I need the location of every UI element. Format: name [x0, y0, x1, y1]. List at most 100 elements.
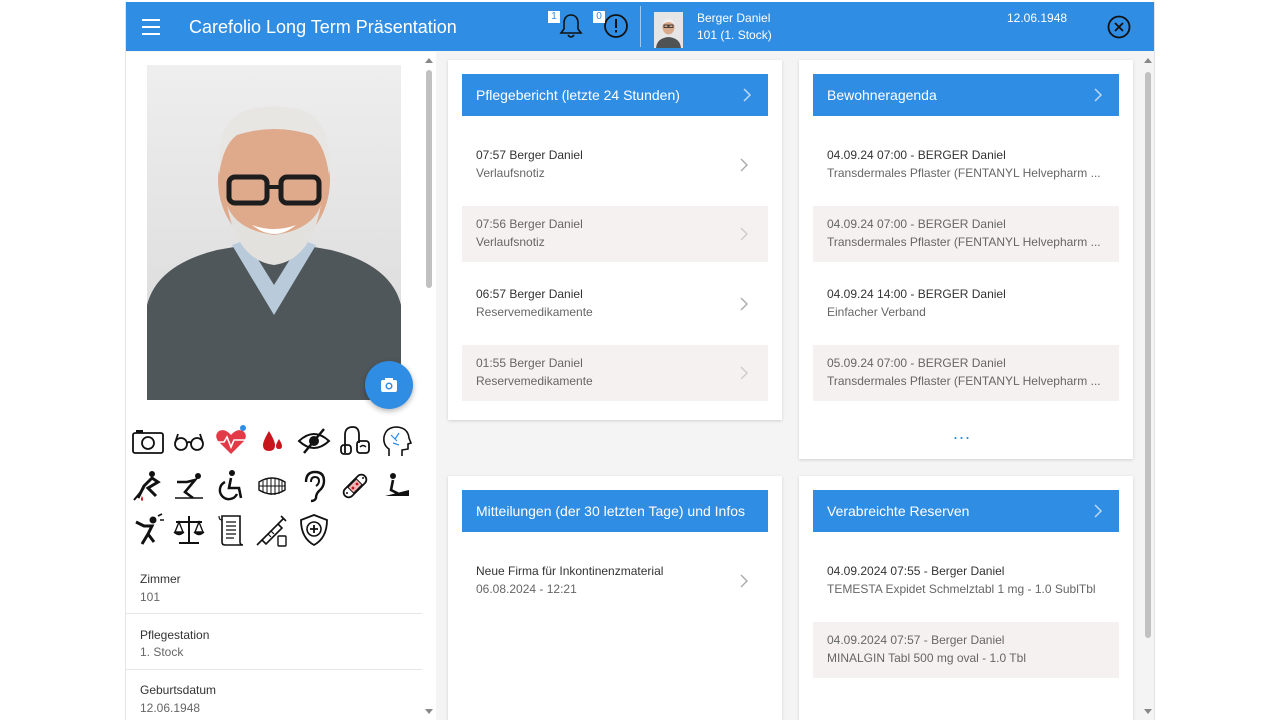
scale-icon[interactable]	[171, 512, 207, 548]
document-scroll-icon[interactable]	[213, 512, 249, 548]
heart-monitor-icon[interactable]	[213, 423, 249, 459]
card-title: Pflegebericht (letzte 24 Stunden)	[476, 87, 680, 103]
chevron-right-icon	[740, 158, 748, 172]
scroll-down-arrow[interactable]	[1144, 709, 1152, 714]
item-title: 04.09.2024 07:55 - Berger Daniel	[827, 564, 1005, 578]
chevron-right-icon	[1094, 504, 1103, 518]
list-item[interactable]: 07:57 Berger Daniel Verlaufsnotiz	[462, 137, 768, 193]
top-app-bar: Carefolio Long Term Präsentation 1 0 Ber…	[126, 2, 1154, 51]
item-subtitle: Transdermales Pflaster (FENTANYL Helveph…	[827, 235, 1101, 249]
patient-room: 101 (1. Stock)	[697, 28, 772, 42]
chevron-right-icon	[1094, 88, 1103, 102]
chevron-right-icon	[740, 297, 748, 311]
scrollbar-thumb[interactable]	[426, 70, 432, 288]
reserven-header-button[interactable]: Verabreichte Reserven	[813, 490, 1119, 532]
info-label: Zimmer	[140, 572, 181, 586]
eye-crossed-icon[interactable]	[296, 423, 332, 459]
list-item[interactable]: 04.09.24 07:00 - BERGER Daniel Transderm…	[813, 137, 1119, 193]
item-subtitle: Reservemedikamente	[476, 374, 593, 388]
info-label: Pflegestation	[140, 628, 210, 642]
menu-icon[interactable]	[140, 16, 162, 36]
ear-icon[interactable]	[296, 468, 332, 504]
app-window: Carefolio Long Term Präsentation 1 0 Ber…	[125, 2, 1155, 720]
patient-profile-panel: Zimmer 101 Pflegestation 1. Stock Geburt…	[126, 52, 436, 720]
item-subtitle: MINALGIN Tabl 500 mg oval - 1.0 Tbl	[827, 651, 1026, 665]
blood-drop-icon[interactable]	[254, 423, 290, 459]
pflegebericht-header-button[interactable]: Pflegebericht (letzte 24 Stunden)	[462, 74, 768, 116]
item-subtitle: Transdermales Pflaster (FENTANYL Helveph…	[827, 374, 1101, 388]
item-subtitle: Transdermales Pflaster (FENTANYL Helveph…	[827, 166, 1101, 180]
patient-thumbnail-avatar[interactable]	[654, 12, 683, 48]
item-title: 04.09.2024 07:57 - Berger Daniel	[827, 633, 1005, 647]
scrollbar-thumb[interactable]	[1145, 72, 1151, 638]
item-title: 07:56 Berger Daniel	[476, 217, 583, 231]
item-subtitle: Verlaufsnotiz	[476, 235, 545, 249]
card-title: Bewohneragenda	[827, 87, 937, 103]
alert-info-icon[interactable]: 0	[593, 11, 631, 41]
bandage-icon[interactable]	[337, 468, 373, 504]
card-verabreichte-reserven: Verabreichte Reserven 04.09.2024 07:55 -…	[799, 476, 1133, 720]
scroll-up-arrow[interactable]	[425, 58, 433, 63]
notifications-bell-icon[interactable]: 1	[548, 11, 586, 41]
patient-name: Berger Daniel	[697, 11, 771, 25]
item-title: 05.09.24 07:00 - BERGER Daniel	[827, 356, 1006, 370]
dentures-icon[interactable]	[254, 468, 290, 504]
item-subtitle: Einfacher Verband	[827, 305, 926, 319]
list-item[interactable]: 06:57 Berger Daniel Reservemedikamente	[462, 276, 768, 332]
app-title: Carefolio Long Term Präsentation	[189, 17, 457, 37]
chevron-right-icon	[740, 574, 748, 588]
list-item[interactable]: 05.09.24 07:00 - BERGER Daniel Transderm…	[813, 345, 1119, 401]
chevron-right-icon	[740, 366, 748, 380]
item-title: 04.09.24 14:00 - BERGER Daniel	[827, 287, 1006, 301]
list-item[interactable]: 04.09.24 07:00 - BERGER Daniel Transderm…	[813, 206, 1119, 262]
chevron-right-icon	[743, 88, 752, 102]
head-profile-icon[interactable]	[379, 423, 415, 459]
item-subtitle: TEMESTA Expidet Schmelztabl 1 mg - 1.0 S…	[827, 582, 1096, 596]
list-item[interactable]: 04.09.24 14:00 - BERGER Daniel Einfacher…	[813, 276, 1119, 332]
syringe-icon[interactable]	[254, 512, 290, 548]
item-subtitle: Verlaufsnotiz	[476, 166, 545, 180]
item-title: 01:55 Berger Daniel	[476, 356, 583, 370]
info-value: 12.06.1948	[140, 701, 201, 715]
info-label: Geburtsdatum	[140, 683, 217, 697]
slip-icon[interactable]	[171, 468, 207, 504]
list-item[interactable]: 04.09.2024 07:57 - Berger Daniel MINALGI…	[813, 622, 1119, 678]
item-title: 06:57 Berger Daniel	[476, 287, 583, 301]
header-divider	[640, 6, 641, 47]
card-title: Mitteilungen (der 30 letzten Tage) und I…	[476, 503, 746, 519]
hearing-aid-icon[interactable]	[337, 423, 373, 459]
mitteilungen-header-button[interactable]: Mitteilungen (der 30 letzten Tage) und I…	[462, 490, 768, 532]
take-photo-button[interactable]	[365, 361, 413, 409]
agenda-header-button[interactable]: Bewohneragenda	[813, 74, 1119, 116]
alerts-count-badge: 0	[593, 11, 605, 23]
info-row-zimmer: Zimmer 101	[126, 558, 422, 614]
shield-medical-icon[interactable]	[296, 512, 332, 548]
main-scrollbar[interactable]	[1142, 52, 1154, 720]
item-title: Neue Firma für Inkontinenzmaterial	[476, 564, 664, 578]
item-title: 07:57 Berger Daniel	[476, 148, 583, 162]
list-item[interactable]: 07:56 Berger Daniel Verlaufsnotiz	[462, 206, 768, 262]
fall-icon[interactable]	[130, 468, 166, 504]
info-row-pflegestation: Pflegestation 1. Stock	[126, 614, 422, 670]
list-item[interactable]: 04.09.2024 07:55 - Berger Daniel TEMESTA…	[813, 553, 1119, 609]
card-bewohneragenda: Bewohneragenda 04.09.24 07:00 - BERGER D…	[799, 60, 1133, 459]
ramp-icon[interactable]	[379, 468, 415, 504]
scroll-up-arrow[interactable]	[1144, 58, 1152, 63]
show-more-button[interactable]: ...	[953, 423, 971, 444]
left-panel-scrollbar[interactable]	[423, 52, 435, 720]
chevron-right-icon	[740, 227, 748, 241]
info-row-geburtsdatum: Geburtsdatum 12.06.1948	[126, 670, 422, 720]
scroll-down-arrow[interactable]	[425, 709, 433, 714]
list-item[interactable]: 01:55 Berger Daniel Reservemedikamente	[462, 345, 768, 401]
close-icon[interactable]	[1106, 14, 1132, 40]
card-title: Verabreichte Reserven	[827, 503, 970, 519]
info-value: 101	[140, 590, 161, 604]
wheelchair-icon[interactable]	[213, 468, 249, 504]
glasses-icon[interactable]	[171, 423, 207, 459]
notifications-count-badge: 1	[548, 11, 560, 23]
list-item[interactable]: Neue Firma für Inkontinenzmaterial 06.08…	[462, 553, 768, 609]
camera-icon[interactable]	[130, 423, 166, 459]
info-value: 1. Stock	[140, 645, 184, 659]
fall-injury-icon[interactable]	[130, 512, 166, 548]
item-title: 04.09.24 07:00 - BERGER Daniel	[827, 217, 1006, 231]
